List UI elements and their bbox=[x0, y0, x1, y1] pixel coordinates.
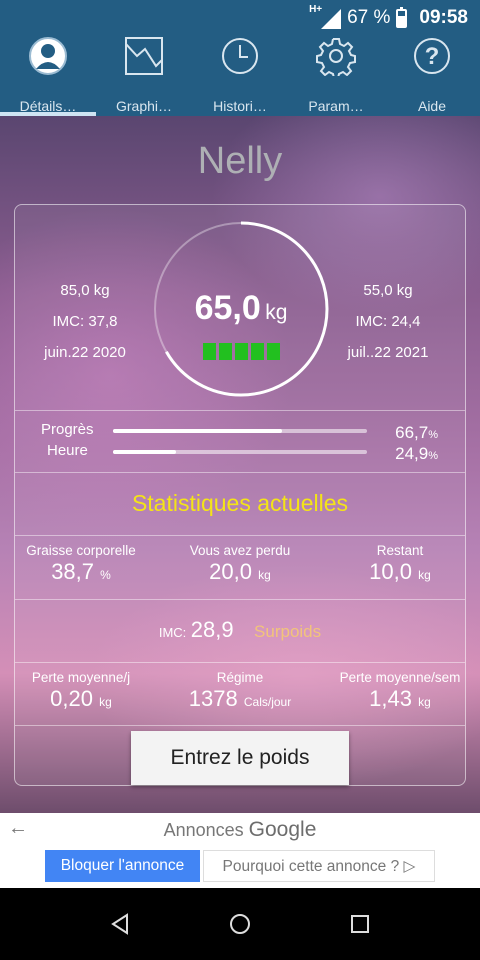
progress-bar bbox=[113, 429, 367, 433]
stat-avg-day-value: 0,20 bbox=[50, 686, 93, 711]
divider bbox=[15, 535, 465, 536]
stat-avg-day: Perte moyenne/j 0,20 kg bbox=[15, 670, 147, 712]
clock-icon bbox=[222, 38, 258, 74]
signal-icon: H+ bbox=[309, 4, 342, 29]
why-ad-button[interactable]: Pourquoi cette annonce ? ▷ bbox=[203, 850, 435, 882]
home-icon[interactable] bbox=[228, 912, 252, 936]
profile-name: Nelly bbox=[197, 140, 283, 182]
start-info: 85,0 kg IMC: 37,8 juin.22 2020 bbox=[25, 282, 145, 375]
ad-title-prefix: Annonces bbox=[163, 820, 244, 840]
time-label: Heure bbox=[47, 442, 88, 459]
chart-icon bbox=[125, 37, 163, 75]
ad-banner: ← Annonces Google Bloquer l'annonce Pour… bbox=[0, 813, 480, 888]
battery-percent: 67 % bbox=[347, 7, 391, 28]
tab-charts-label: Graphi… bbox=[115, 98, 173, 114]
stat-imc-value: 28,9 bbox=[190, 617, 234, 642]
stat-diet: Régime 1378 Cals/jour bbox=[163, 670, 317, 712]
level-indicator bbox=[203, 343, 280, 360]
start-weight: 85,0 kg bbox=[60, 282, 110, 299]
level-bar-segment bbox=[267, 343, 280, 360]
tab-settings-label: Param… bbox=[308, 98, 364, 114]
progress-percent-value: 66,7 bbox=[395, 423, 429, 442]
progress-percent-unit: % bbox=[428, 429, 438, 441]
tab-details[interactable]: Détails… bbox=[0, 28, 96, 116]
progress-label: Progrès bbox=[41, 421, 94, 438]
current-weight-value: 65,0 bbox=[194, 289, 261, 327]
goal-imc: IMC: 24,4 bbox=[355, 313, 421, 330]
time-bar-fill bbox=[113, 450, 177, 454]
tab-settings[interactable]: Param… bbox=[288, 28, 384, 116]
stat-avg-day-label: Perte moyenne/j bbox=[31, 670, 131, 685]
details-panel: Nelly 85,0 kg IMC: 37,8 juin.22 2020 65,… bbox=[0, 116, 480, 813]
tab-bar: Détails… Graphi… Histori… Param… ? Aide bbox=[0, 28, 480, 116]
back-icon[interactable] bbox=[108, 912, 132, 936]
goal-weight: 55,0 kg bbox=[363, 282, 413, 299]
divider bbox=[15, 662, 465, 663]
stat-avg-week-value: 1,43 bbox=[369, 686, 412, 711]
app-header: H+ 67 % 09:58 Détails… Graphi… Histori… … bbox=[0, 0, 480, 116]
stat-diet-label: Régime bbox=[216, 670, 264, 685]
stat-avg-day-unit: kg bbox=[99, 695, 112, 709]
battery-icon bbox=[396, 6, 408, 28]
time-percent-unit: % bbox=[428, 450, 438, 462]
stat-imc: IMC: 28,9 Surpoids bbox=[15, 617, 465, 643]
stat-avg-week-label: Perte moyenne/sem bbox=[339, 670, 461, 685]
help-icon: ? bbox=[414, 38, 450, 74]
gear-icon bbox=[316, 38, 356, 76]
block-ad-button[interactable]: Bloquer l'annonce bbox=[45, 850, 200, 882]
time-bar bbox=[113, 450, 367, 454]
stat-diet-unit: Cals/jour bbox=[243, 695, 292, 709]
goal-date: juil..22 2021 bbox=[347, 344, 429, 361]
status-time: 09:58 bbox=[419, 7, 468, 28]
tab-help-label: Aide bbox=[417, 98, 447, 114]
stats-title: Statistiques actuelles bbox=[131, 490, 349, 516]
svg-text:?: ? bbox=[425, 43, 440, 70]
stat-remaining-value: 10,0 bbox=[369, 559, 412, 584]
progress-percent: 66,7% bbox=[378, 423, 438, 443]
stat-body-fat-value: 38,7 bbox=[51, 559, 95, 584]
current-weight-unit: kg bbox=[265, 301, 288, 324]
tab-history-label: Histori… bbox=[213, 98, 267, 114]
stat-imc-label: IMC: bbox=[158, 625, 187, 640]
stat-remaining-unit: kg bbox=[418, 568, 431, 582]
stat-imc-status: Surpoids bbox=[254, 622, 322, 641]
start-date: juin.22 2020 bbox=[44, 344, 126, 361]
stat-remaining-label: Restant bbox=[376, 543, 424, 558]
ad-title: Annonces Google bbox=[0, 818, 480, 842]
stat-body-fat: Graisse corporelle 38,7 % bbox=[15, 543, 147, 585]
stat-lost: Vous avez perdu 20,0 kg bbox=[165, 543, 315, 585]
tab-charts[interactable]: Graphi… bbox=[96, 28, 192, 116]
stat-body-fat-unit: % bbox=[100, 568, 111, 582]
ad-title-brand: Google bbox=[248, 818, 317, 841]
stat-diet-value: 1378 bbox=[188, 686, 238, 711]
current-weight: 65,0 kg bbox=[151, 289, 331, 328]
stat-body-fat-label: Graisse corporelle bbox=[26, 543, 136, 558]
stat-lost-value: 20,0 bbox=[209, 559, 252, 584]
time-percent: 24,9% bbox=[378, 444, 438, 464]
progress-bar-fill bbox=[113, 429, 283, 433]
user-icon bbox=[29, 37, 67, 75]
start-imc: IMC: 37,8 bbox=[52, 313, 118, 330]
goal-info: 55,0 kg IMC: 24,4 juil..22 2021 bbox=[328, 282, 448, 375]
recents-icon[interactable] bbox=[348, 912, 372, 936]
stat-remaining: Restant 10,0 kg bbox=[340, 543, 460, 585]
summary-card: 85,0 kg IMC: 37,8 juin.22 2020 65,0 kg 5… bbox=[14, 204, 466, 786]
level-bar-segment bbox=[203, 343, 216, 360]
system-nav-bar bbox=[0, 888, 480, 960]
divider bbox=[15, 472, 465, 473]
stat-avg-week: Perte moyenne/sem 1,43 kg bbox=[333, 670, 467, 712]
stat-avg-week-unit: kg bbox=[418, 695, 431, 709]
level-bar-segment bbox=[219, 343, 232, 360]
stat-lost-unit: kg bbox=[258, 568, 271, 582]
level-bar-segment bbox=[251, 343, 264, 360]
divider bbox=[15, 410, 465, 411]
tab-help[interactable]: ? Aide bbox=[384, 28, 480, 116]
divider bbox=[15, 725, 465, 726]
divider bbox=[15, 599, 465, 600]
level-bar-segment bbox=[235, 343, 248, 360]
enter-weight-button[interactable]: Entrez le poids bbox=[131, 731, 349, 785]
time-percent-value: 24,9 bbox=[395, 444, 429, 463]
tab-history[interactable]: Histori… bbox=[192, 28, 288, 116]
stat-lost-label: Vous avez perdu bbox=[189, 543, 291, 558]
